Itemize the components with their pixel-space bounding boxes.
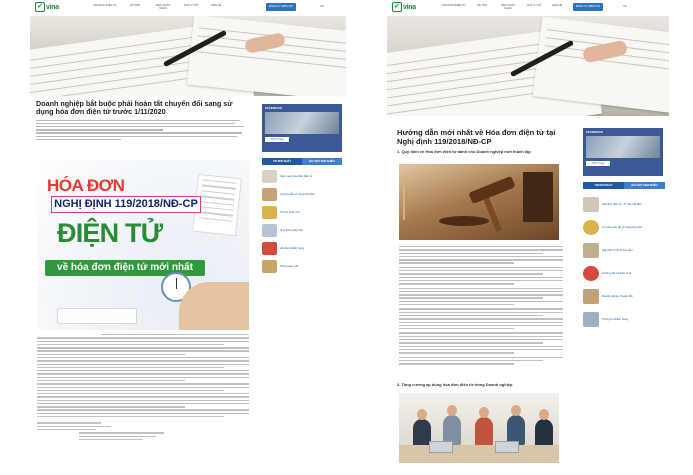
news-title[interactable]: Hướng dẫn sử dụng hóa đơn (280, 193, 315, 196)
news-title[interactable]: Doanh nghiệp chuyển đổi (602, 295, 632, 298)
article-paragraphs (37, 334, 249, 442)
section-heading-1: 1. Quy định về Hóa đơn điện tử dành cho … (397, 149, 531, 154)
news-title[interactable]: Hướng dẫn kê khai thuế (602, 272, 631, 275)
news-title[interactable]: Hóa đơn điện tử - Từ lâu bắt đầu (602, 203, 641, 206)
checkmark-icon: ✓ (392, 2, 402, 12)
top-nav: ✓ vina HÓA ĐƠN ĐIỆN TỬ HỖ TRỢ HÌNH THỨC … (30, 0, 346, 16)
news-item[interactable]: Hướng dẫn sử dụng hóa đơn (262, 188, 342, 201)
nav-item-signature[interactable]: CHỮ KÝ SỐ (183, 4, 199, 10)
news-item[interactable]: Doanh nghiệp chuyển đổi (583, 289, 665, 304)
hand-image (179, 282, 249, 330)
tab-most-viewed[interactable]: BÀI VIẾT XEM NHIỀU (302, 158, 342, 165)
news-thumbnail (583, 243, 599, 258)
facebook-like-button[interactable]: Thích Trang (265, 137, 289, 142)
nav-item-contact[interactable]: LIÊN HỆ (549, 4, 565, 10)
promo-text-electronic: ĐIỆN TỬ (57, 218, 163, 248)
news-thumbnail (583, 197, 599, 212)
news-title[interactable]: Hỏi đáp khách hàng (280, 247, 304, 250)
promo-text-invoice: HÓA ĐƠN (47, 176, 125, 195)
news-item[interactable]: Hỏi đáp khách hàng (262, 242, 342, 255)
news-thumbnail (262, 206, 277, 219)
news-title[interactable]: Tin tức thuế mới (280, 211, 300, 214)
gavel-photo (399, 164, 559, 240)
checkmark-icon: ✓ (35, 2, 45, 12)
facebook-cover-image (265, 112, 339, 134)
news-thumbnail (583, 312, 599, 327)
section-heading-2: 2. Tăng cường áp dụng hóa đơn điện tử tr… (397, 382, 513, 387)
top-nav: ✓ vina HÓA ĐƠN ĐIỆN TỬ HỖ TRỢ HÌNH THỨC … (387, 0, 669, 16)
facebook-cover-image (586, 136, 660, 158)
nav-item-signature[interactable]: CHỮ KÝ SỐ (526, 4, 542, 10)
sidebar-tabs: TIN MỚI NHẤT BÀI VIẾT XEM NHIỀU (583, 182, 665, 189)
article-title: Hướng dẫn mới nhất về Hóa đơn điện tử tạ… (397, 128, 556, 146)
brand-logo[interactable]: ✓ vina (35, 2, 59, 12)
decree-promo-image: HÓA ĐƠN NGHỊ ĐỊNH 119/2018/NĐ-CP ĐIỆN TỬ… (37, 160, 249, 330)
nav-item-contact[interactable]: LIÊN HỆ (208, 4, 224, 10)
tab-latest-news[interactable]: TIN MỚI NHẤT (583, 182, 624, 189)
news-item[interactable]: Nghị định 119 về hóa đơn (583, 243, 665, 258)
article-body: Doanh nghiệp bắt buộc phải hoàn tất chuy… (36, 99, 248, 142)
news-thumbnail (583, 220, 599, 235)
left-webpage: ✓ vina HÓA ĐƠN ĐIỆN TỬ HỖ TRỢ HÌNH THỨC … (30, 0, 346, 475)
article-paragraphs (399, 246, 563, 366)
screenshot-stage: ✓ vina HÓA ĐƠN ĐIỆN TỬ HỖ TRỢ HÌNH THỨC … (0, 0, 693, 475)
news-thumbnail (583, 289, 599, 304)
news-title[interactable]: Thông báo mới (280, 265, 298, 268)
facebook-widget: FACEBOOK Thích Trang (262, 104, 342, 152)
news-title[interactable]: Thông tin khách hàng (602, 318, 628, 321)
article-body: Hướng dẫn mới nhất về Hóa đơn điện tử tạ… (397, 128, 567, 154)
article-title: Doanh nghiệp bắt buộc phải hoàn tất chuy… (36, 99, 233, 117)
news-thumbnail (262, 224, 277, 237)
news-title[interactable]: Nghị định 119 về hóa đơn (602, 249, 633, 252)
tab-most-viewed[interactable]: BÀI VIẾT XEM NHIỀU (624, 182, 665, 189)
news-item[interactable]: Hóa đơn điện tử - Từ lâu bắt đầu (583, 197, 665, 212)
language-selector[interactable]: VN (623, 5, 627, 8)
news-thumbnail (262, 170, 277, 183)
news-item[interactable]: Quy định pháp luật (262, 224, 342, 237)
nav-item-support[interactable]: HỖ TRỢ (127, 4, 143, 10)
language-selector[interactable]: VN (320, 5, 324, 8)
keyboard-icon (57, 308, 137, 324)
article-intro-text (36, 119, 248, 141)
news-item[interactable]: Thông báo mới (262, 260, 342, 273)
news-thumbnail (262, 260, 277, 273)
nav-menu: HÓA ĐƠN ĐIỆN TỬ HỖ TRỢ HÌNH THỨC NHẬN CH… (92, 4, 224, 10)
sidebar: FACEBOOK Thích Trang TIN MỚI NHẤT BÀI VI… (583, 128, 665, 327)
hero-banner-image (30, 16, 346, 96)
nav-item-receive[interactable]: HÌNH THỨC NHẬN (497, 4, 519, 10)
nav-item-support[interactable]: HỖ TRỢ (474, 4, 490, 10)
news-item[interactable]: Hướng dẫn kê khai thuế (583, 266, 665, 281)
right-webpage: ✓ vina HÓA ĐƠN ĐIỆN TỬ HỖ TRỢ HÌNH THỨC … (387, 0, 669, 475)
nav-item-invoice[interactable]: HÓA ĐƠN ĐIỆN TỬ (92, 4, 118, 10)
news-thumbnail (262, 242, 277, 255)
sidebar: FACEBOOK Thích Trang TIN MỚI NHẤT BÀI VI… (262, 104, 342, 273)
news-item[interactable]: Tin tức thuế mới (262, 206, 342, 219)
news-item[interactable]: Cẩm nang hóa đơn điện tử (262, 170, 342, 183)
facebook-like-button[interactable]: Thích Trang (586, 161, 610, 166)
brand-logo[interactable]: ✓ vina (392, 2, 416, 12)
news-item[interactable]: Có cách nào để sử dụng hóa đơn (583, 220, 665, 235)
facebook-widget: FACEBOOK Thích Trang (583, 128, 663, 176)
tab-latest-news[interactable]: TIN MỚI NHẤT (262, 158, 302, 165)
news-item[interactable]: Thông tin khách hàng (583, 312, 665, 327)
nav-menu: HÓA ĐƠN ĐIỆN TỬ HỖ TRỢ HÌNH THỨC NHẬN CH… (441, 4, 565, 10)
news-title[interactable]: Quy định pháp luật (280, 229, 303, 232)
news-title[interactable]: Có cách nào để sử dụng hóa đơn (602, 226, 642, 229)
hero-banner-image (387, 16, 669, 116)
promo-decree-label: NGHỊ ĐỊNH 119/2018/NĐ-CP (51, 196, 201, 213)
register-free-button[interactable]: ĐĂNG KÝ MIỄN PHÍ (573, 3, 603, 11)
facebook-title: FACEBOOK (265, 106, 283, 110)
register-free-button[interactable]: ĐĂNG KÝ MIỄN PHÍ (266, 3, 296, 11)
news-title[interactable]: Cẩm nang hóa đơn điện tử (280, 175, 312, 178)
news-thumbnail (583, 266, 599, 281)
sidebar-tabs: TIN MỚI NHẤT BÀI VIẾT XEM NHIỀU (262, 158, 342, 165)
nav-item-invoice[interactable]: HÓA ĐƠN ĐIỆN TỬ (441, 4, 467, 10)
brand-name: vina (46, 3, 59, 11)
brand-name: vina (403, 3, 416, 11)
facebook-title: FACEBOOK (586, 130, 604, 134)
office-team-photo (399, 393, 559, 463)
news-thumbnail (262, 188, 277, 201)
nav-item-receive[interactable]: HÌNH THỨC NHẬN (152, 4, 174, 10)
